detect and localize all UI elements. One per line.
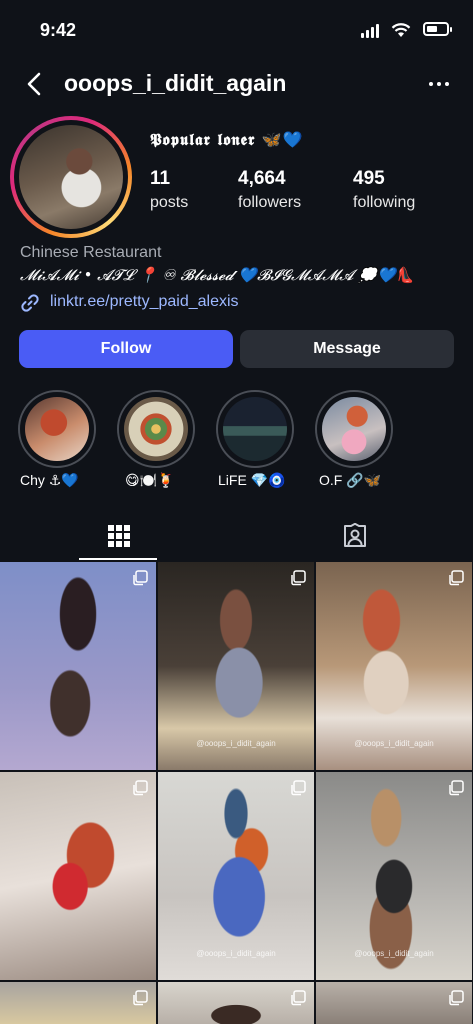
profile-username: ooops_i_didit_again: [64, 70, 287, 96]
carousel-icon: [291, 990, 306, 1006]
highlight-label: O.F 🔗🦋: [319, 472, 382, 488]
followers-count-label: followers: [238, 194, 302, 211]
post-watermark: @ooops_i_didit_again: [196, 949, 276, 958]
highlight-label: 😋🍽️🍹: [125, 472, 175, 488]
display-name: 𝕻𝖔𝖕𝖚𝖑𝖆𝖗 𝖑𝖔𝖓𝖊𝖗 🦋💙: [150, 130, 304, 149]
highlight-1[interactable]: Chy ⚓💙: [18, 390, 96, 488]
back-button[interactable]: [20, 68, 50, 100]
post-3[interactable]: @ooops_i_didit_again: [316, 562, 472, 770]
avatar: [19, 125, 123, 229]
highlight-ring: [117, 390, 195, 468]
profile-category: Chinese Restaurant: [20, 244, 162, 261]
carousel-icon: [449, 990, 464, 1006]
avatar-story-ring[interactable]: [10, 116, 132, 238]
highlight-2[interactable]: 😋🍽️🍹: [117, 390, 195, 488]
highlight-cover: [25, 397, 89, 461]
highlight-3[interactable]: LiFE 💎🧿: [216, 390, 294, 488]
active-tab-indicator: [79, 558, 157, 560]
post-7[interactable]: [0, 982, 156, 1024]
post-2[interactable]: @ooops_i_didit_again: [158, 562, 314, 770]
following-count[interactable]: 495 following: [353, 168, 415, 212]
tagged-person-icon: [344, 523, 366, 547]
highlight-label: LiFE 💎🧿: [218, 472, 286, 488]
carousel-icon: [291, 570, 306, 586]
highlight-ring: [315, 390, 393, 468]
post-9[interactable]: [316, 982, 472, 1024]
link-icon: [21, 294, 39, 312]
cellular-signal-icon: [361, 24, 381, 38]
profile-link-text[interactable]: linktr.ee/pretty_paid_alexis: [50, 293, 239, 311]
more-options-icon[interactable]: [427, 72, 451, 96]
wifi-icon: [391, 23, 411, 37]
profile-header: ooops_i_didit_again: [0, 64, 473, 104]
carousel-icon: [449, 570, 464, 586]
battery-icon: [423, 22, 452, 36]
following-count-value: 495: [353, 168, 385, 189]
post-4[interactable]: [0, 772, 156, 980]
status-time: 9:42: [40, 20, 77, 40]
posts-grid: @ooops_i_didit_again @ooops_i_didit_agai…: [0, 562, 473, 1024]
highlight-cover: [322, 397, 386, 461]
highlight-cover: [124, 397, 188, 461]
post-watermark: @ooops_i_didit_again: [196, 739, 276, 748]
highlight-ring: [18, 390, 96, 468]
profile-bio: 𝓜𝓲𝓐𝓜𝓲 • 𝓐𝓣𝓛 📍 ♾ 𝓑𝓵𝓮𝓼𝓼𝓮𝓭 💙𝓑𝓘𝓖𝓜𝓐𝓜𝓐 💭💙👠: [20, 266, 415, 284]
profile-tabs: [0, 514, 473, 562]
tab-tagged[interactable]: [237, 514, 473, 562]
posts-count-value: 11: [150, 168, 171, 189]
carousel-icon: [133, 780, 148, 796]
followers-count-value: 4,664: [238, 168, 286, 189]
highlight-4[interactable]: O.F 🔗🦋: [315, 390, 393, 488]
tab-posts-grid[interactable]: [0, 514, 236, 562]
grid-icon: [108, 525, 130, 547]
post-8[interactable]: [158, 982, 314, 1024]
highlight-cover: [223, 397, 287, 461]
post-watermark: @ooops_i_didit_again: [354, 949, 434, 958]
status-bar: 9:42: [0, 0, 473, 60]
post-6[interactable]: @ooops_i_didit_again: [316, 772, 472, 980]
follow-button[interactable]: Follow: [19, 330, 233, 368]
carousel-icon: [133, 570, 148, 586]
carousel-icon: [291, 780, 306, 796]
highlight-label: Chy ⚓💙: [20, 472, 79, 488]
carousel-icon: [133, 990, 148, 1006]
following-count-label: following: [353, 194, 416, 211]
posts-count-label: posts: [150, 194, 189, 211]
message-button[interactable]: Message: [240, 330, 454, 368]
post-5[interactable]: @ooops_i_didit_again: [158, 772, 314, 980]
post-watermark: @ooops_i_didit_again: [354, 739, 434, 748]
post-1[interactable]: [0, 562, 156, 770]
posts-count: 11 posts: [150, 168, 188, 212]
followers-count[interactable]: 4,664 followers: [238, 168, 301, 212]
highlight-ring: [216, 390, 294, 468]
carousel-icon: [449, 780, 464, 796]
